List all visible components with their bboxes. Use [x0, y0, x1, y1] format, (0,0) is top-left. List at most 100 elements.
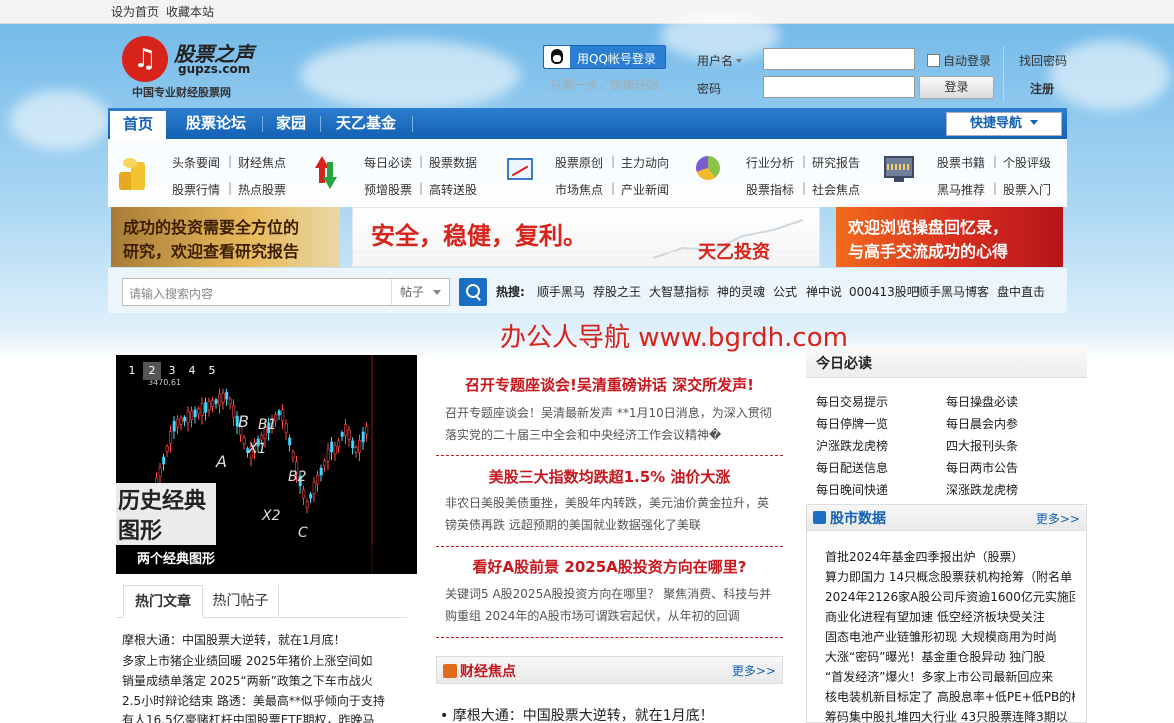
slide-number[interactable]: 4: [183, 362, 201, 380]
market-data-item[interactable]: 固态电池产业链雏形初现 大规模商用为时尚: [825, 628, 1075, 645]
research-report-banner[interactable]: 成功的投资需要全方位的 研究，欢迎查看研究报告: [111, 207, 340, 267]
register-link[interactable]: 注册: [1030, 80, 1054, 97]
menu-link-beginner[interactable]: 股票入门: [1003, 181, 1051, 198]
hot-article-item[interactable]: 多家上市猪企业绩回暖 2025年猪价上涨空间如: [122, 652, 392, 669]
news-summary: 关键词5 A股2025A股投资方向在哪里？ 聚焦消费、科技与并购重组 2024年…: [445, 587, 772, 623]
hot-search-link[interactable]: 盘中直击: [997, 283, 1045, 300]
menu-link-books[interactable]: 股票书籍: [937, 154, 985, 171]
menu-link-high-transfer[interactable]: 高转送股: [429, 181, 477, 198]
must-read-link[interactable]: 深涨跌龙虎榜: [946, 481, 1018, 498]
must-read-link[interactable]: 每日操盘必读: [946, 393, 1018, 410]
candle-body: [354, 447, 358, 453]
find-password-link[interactable]: 找回密码: [1019, 52, 1067, 69]
menu-link-finance-focus[interactable]: 财经焦点: [238, 154, 286, 171]
menu-link-hot-stocks[interactable]: 热点股票: [238, 181, 286, 198]
nav-tab-forum[interactable]: 股票论坛: [170, 108, 262, 139]
username-input[interactable]: [763, 48, 915, 70]
site-logo[interactable]: ♫ 股票之声 gupzs.com 中国专业财经股票网: [122, 36, 262, 99]
news-headline[interactable]: 召开专题座谈会!吴清重磅讲话 深交所发声!: [436, 374, 783, 395]
market-data-item[interactable]: “首发经济”爆火！多家上市公司最新回应来: [825, 668, 1075, 685]
must-read-link[interactable]: 每日配送信息: [816, 459, 888, 476]
menu-link-indicators[interactable]: 股票指标: [746, 181, 794, 198]
bookmark-link[interactable]: 收藏本站: [166, 3, 214, 20]
menu-link-social-focus[interactable]: 社会焦点: [812, 181, 860, 198]
menu-link-rating[interactable]: 个股评级: [1003, 154, 1051, 171]
market-data-item[interactable]: 算力即国力 14只概念股票获机构抢筹（附名单: [825, 568, 1075, 585]
hot-search-link[interactable]: 顺手黑马博客: [917, 283, 989, 300]
must-read-link[interactable]: 每日两市公告: [946, 459, 1018, 476]
candle-body: [232, 404, 236, 418]
menu-divider: |: [419, 154, 424, 168]
menu-link-market-focus[interactable]: 市场焦点: [555, 181, 603, 198]
search-input[interactable]: 请输入搜索内容 帖子: [122, 278, 450, 306]
must-read-link[interactable]: 每日交易提示: [816, 393, 888, 410]
menu-link-research[interactable]: 研究报告: [812, 154, 860, 171]
must-read-link[interactable]: 每日晚间快递: [816, 481, 888, 498]
slide-number[interactable]: 5: [203, 362, 221, 380]
market-data-more-link[interactable]: 更多>>: [1036, 510, 1080, 527]
slide-number[interactable]: 3: [163, 362, 181, 380]
slide-number[interactable]: 2: [143, 362, 161, 380]
hot-search-link[interactable]: 000413股吧: [849, 283, 919, 300]
menu-link-quotes[interactable]: 股票行情: [172, 181, 220, 198]
market-data-item[interactable]: 核电装机新目标定了 高股息率+低PE+低PB的概: [825, 688, 1075, 705]
logo-subtitle: 中国专业财经股票网: [132, 86, 231, 99]
hot-search-link[interactable]: 顺手黑马: [537, 283, 585, 300]
hot-search-link[interactable]: 禅中说: [806, 283, 842, 300]
menu-link-industry-news[interactable]: 产业新闻: [621, 181, 669, 198]
finance-focus-more-link[interactable]: 更多>>: [732, 662, 776, 679]
menu-link-dark-horse[interactable]: 黑马推荐: [937, 181, 985, 198]
finance-focus-item[interactable]: • 摩根大通：中国股票大逆转，就在1月底！: [440, 705, 714, 723]
search-icon[interactable]: [459, 278, 487, 306]
username-label[interactable]: 用户名: [697, 52, 743, 69]
hot-article-item[interactable]: 摩根大通：中国股票大逆转，就在1月底！: [122, 631, 392, 648]
market-data-item[interactable]: 筹码集中股扎堆四大行业 43只股票连降3期以: [825, 708, 1075, 723]
hot-article-item[interactable]: 有人16.5亿豪赌杠杆中国股票ETF期权，昨晚马: [122, 711, 392, 723]
qq-penguin-icon: [544, 46, 570, 68]
auto-login-checkbox[interactable]: 自动登录: [927, 52, 991, 69]
tab-hot-articles[interactable]: 热门文章: [123, 585, 203, 618]
news-headline[interactable]: 看好A股前景 2025A股投资方向在哪里?: [436, 556, 783, 577]
nav-tab-fund[interactable]: 天乙基金: [321, 108, 411, 139]
hot-search-link[interactable]: 大智慧指标: [649, 283, 709, 300]
nav-tab-home[interactable]: 首页: [110, 111, 166, 139]
candle-body: [176, 418, 180, 428]
tab-hot-posts[interactable]: 热门帖子: [203, 585, 279, 618]
menu-link-industry-analysis[interactable]: 行业分析: [746, 154, 794, 171]
menu-link-pre-growth[interactable]: 预增股票: [364, 181, 412, 198]
market-data-item[interactable]: 首批2024年基金四季报出炉（股票）: [825, 548, 1075, 565]
market-data-item[interactable]: 大涨“密码”曝光！基金重仓股异动 独门股: [825, 648, 1075, 665]
tianyi-invest-banner[interactable]: 安全，稳健，复利。 天乙投资: [352, 207, 820, 267]
menu-link-daily-must-read[interactable]: 每日必读: [364, 154, 412, 171]
must-read-link[interactable]: 每日停牌一览: [816, 415, 888, 432]
password-input[interactable]: [763, 76, 915, 98]
quick-nav-dropdown[interactable]: 快捷导航: [946, 112, 1062, 136]
menu-link-stock-data[interactable]: 股票数据: [429, 154, 477, 171]
login-button[interactable]: 登录: [919, 76, 994, 99]
hot-search-link[interactable]: 神的灵魂: [717, 283, 765, 300]
menu-link-headlines[interactable]: 头条要闻: [172, 154, 220, 171]
menu-link-main-force[interactable]: 主力动向: [621, 154, 669, 171]
hot-search-link[interactable]: 公式: [773, 283, 797, 300]
monitor-icon: [884, 156, 918, 196]
memoir-banner[interactable]: 欢迎浏览操盘回忆录， 与高手交流成功的心得: [836, 207, 1063, 267]
set-homepage-link[interactable]: 设为首页: [111, 3, 159, 20]
candle-body: [228, 398, 232, 405]
hot-article-item[interactable]: 销量成绩单落定 2025“两新”政策之下车市战火: [122, 672, 392, 689]
must-read-link[interactable]: 每日晨会内参: [946, 415, 1018, 432]
hot-article-item[interactable]: 2.5小时辩论结束 路透：美最高**似乎倾向于支持: [122, 692, 392, 709]
news-headline[interactable]: 美股三大指数均跌超1.5% 油价大涨: [436, 466, 783, 487]
market-data-item[interactable]: 2024年2126家A股公司斥资逾1600亿元实施回购: [825, 588, 1075, 605]
must-read-link[interactable]: 四大报刊头条: [946, 437, 1018, 454]
qq-login-button[interactable]: 用QQ帐号登录: [543, 45, 666, 69]
featured-slideshow[interactable]: 3470.61 A B X1 B1 X2 B2 C 1 2 3 4 5 历史经典…: [116, 355, 417, 574]
candle-body: [361, 431, 365, 443]
must-read-link[interactable]: 沪涨跌龙虎榜: [816, 437, 888, 454]
hot-search-link[interactable]: 荐股之王: [593, 283, 641, 300]
menu-link-original[interactable]: 股票原创: [555, 154, 603, 171]
nav-tab-home-garden[interactable]: 家园: [263, 108, 319, 139]
slide-number[interactable]: 1: [123, 362, 141, 380]
search-category-select[interactable]: 帖子: [391, 279, 450, 305]
market-data-item[interactable]: 商业化进程有望加速 低空经济板块受关注: [825, 608, 1075, 625]
menu-divider: |: [228, 181, 233, 195]
